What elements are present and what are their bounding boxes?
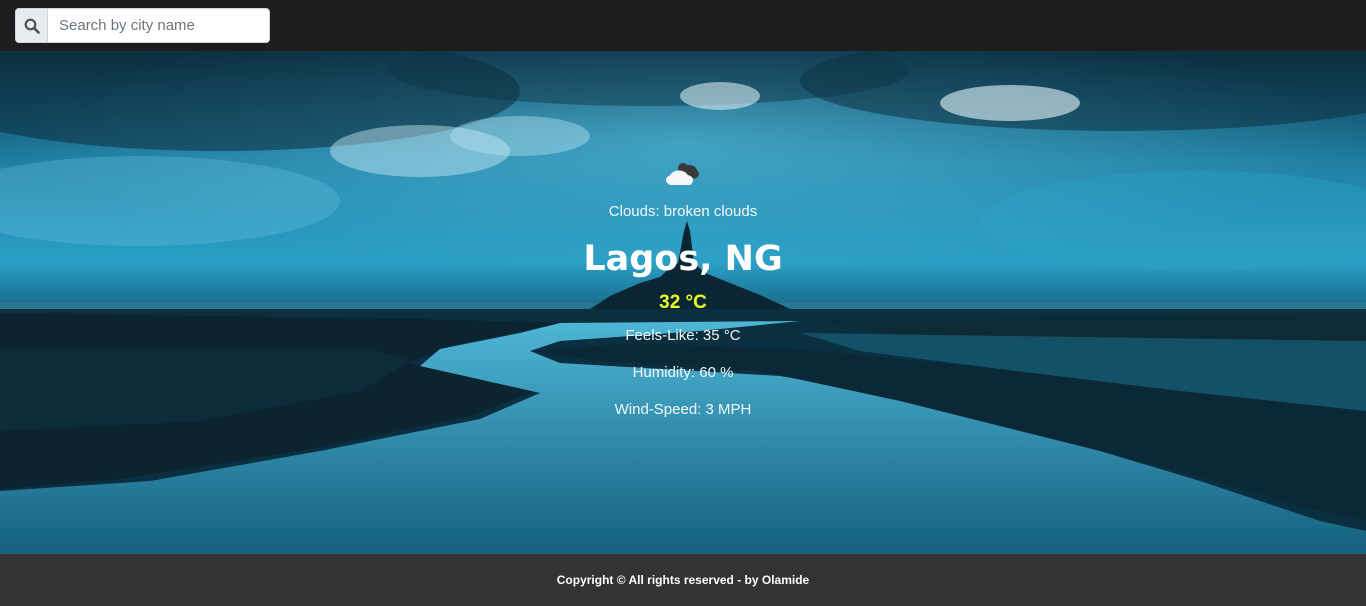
weather-panel: Clouds: broken clouds Lagos, NG 32 °C Fe… — [0, 51, 1366, 554]
search-button[interactable] — [16, 9, 48, 42]
search-group — [15, 8, 270, 43]
search-input[interactable] — [48, 9, 269, 42]
copyright-text: Copyright © All rights reserved - by Ola… — [556, 573, 810, 587]
humidity: Humidity: 60 % — [632, 364, 734, 381]
hero-background: Clouds: broken clouds Lagos, NG 32 °C Fe… — [0, 51, 1366, 554]
wind-speed: Wind-Speed: 3 MPH — [614, 401, 752, 418]
temperature: 32 °C — [659, 292, 707, 313]
top-navbar — [0, 0, 1366, 51]
weather-description: Clouds: broken clouds — [608, 203, 758, 220]
city-name: Lagos, NG — [583, 239, 783, 279]
search-icon — [24, 18, 40, 34]
footer: Copyright © All rights reserved - by Ola… — [0, 554, 1366, 606]
feels-like: Feels-Like: 35 °C — [625, 327, 741, 344]
broken-clouds-icon — [666, 163, 699, 185]
